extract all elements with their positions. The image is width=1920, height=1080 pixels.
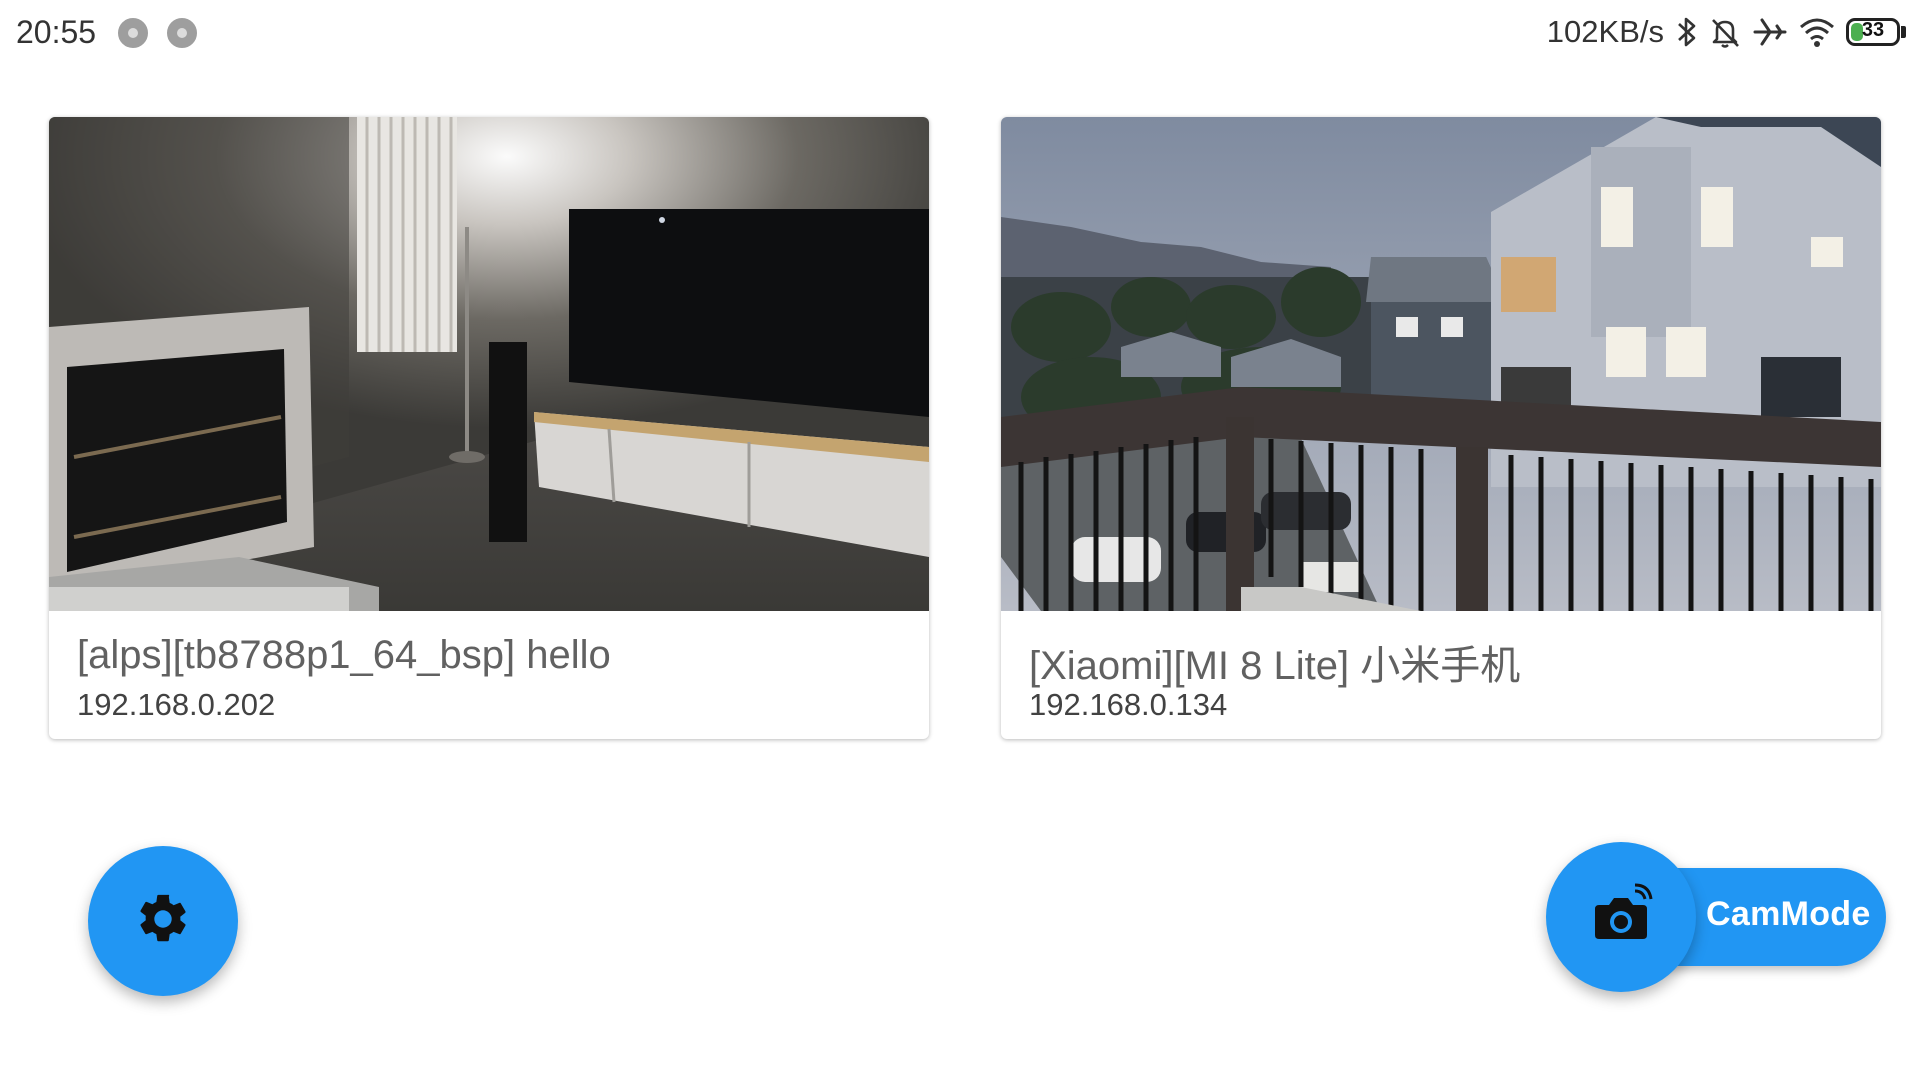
battery-level: 33 <box>1861 19 1885 41</box>
battery-icon: 33 <box>1846 18 1900 46</box>
airplane-icon <box>1752 15 1788 49</box>
device-card[interactable]: [alps][tb8788p1_64_bsp] hello 192.168.0.… <box>49 117 929 739</box>
status-time: 20:55 <box>16 14 97 50</box>
device-name: [Xiaomi][MI 8 Lite] 小米手机 <box>1029 644 1521 688</box>
status-bar: 20:55 102KB/s 33 <box>0 0 1920 66</box>
circle-notification-icon <box>118 18 148 48</box>
balcony-camera-preview[interactable] <box>1001 117 1881 611</box>
bluetooth-icon <box>1676 15 1698 49</box>
wifi-icon <box>1798 16 1836 48</box>
device-name: [alps][tb8788p1_64_bsp] hello <box>77 633 611 677</box>
device-ip: 192.168.0.202 <box>77 687 276 722</box>
gear-icon <box>134 890 192 953</box>
living-room-camera-preview[interactable] <box>49 117 929 611</box>
status-indicators: 102KB/s 33 <box>1547 12 1906 52</box>
bell-off-icon <box>1708 15 1742 49</box>
camera-switch-icon <box>1589 883 1653 952</box>
network-speed: 102KB/s <box>1546 14 1664 49</box>
cam-mode-button[interactable]: CamMode <box>1546 842 1886 992</box>
device-card[interactable]: [Xiaomi][MI 8 Lite] 小米手机 192.168.0.134 <box>1001 117 1881 739</box>
settings-button[interactable] <box>88 846 238 996</box>
battery-tip <box>1901 26 1906 38</box>
device-ip: 192.168.0.134 <box>1029 687 1228 722</box>
circle-notification-icon <box>167 18 197 48</box>
cam-mode-circle[interactable] <box>1546 842 1696 992</box>
cam-mode-label: CamMode <box>1706 895 1871 933</box>
